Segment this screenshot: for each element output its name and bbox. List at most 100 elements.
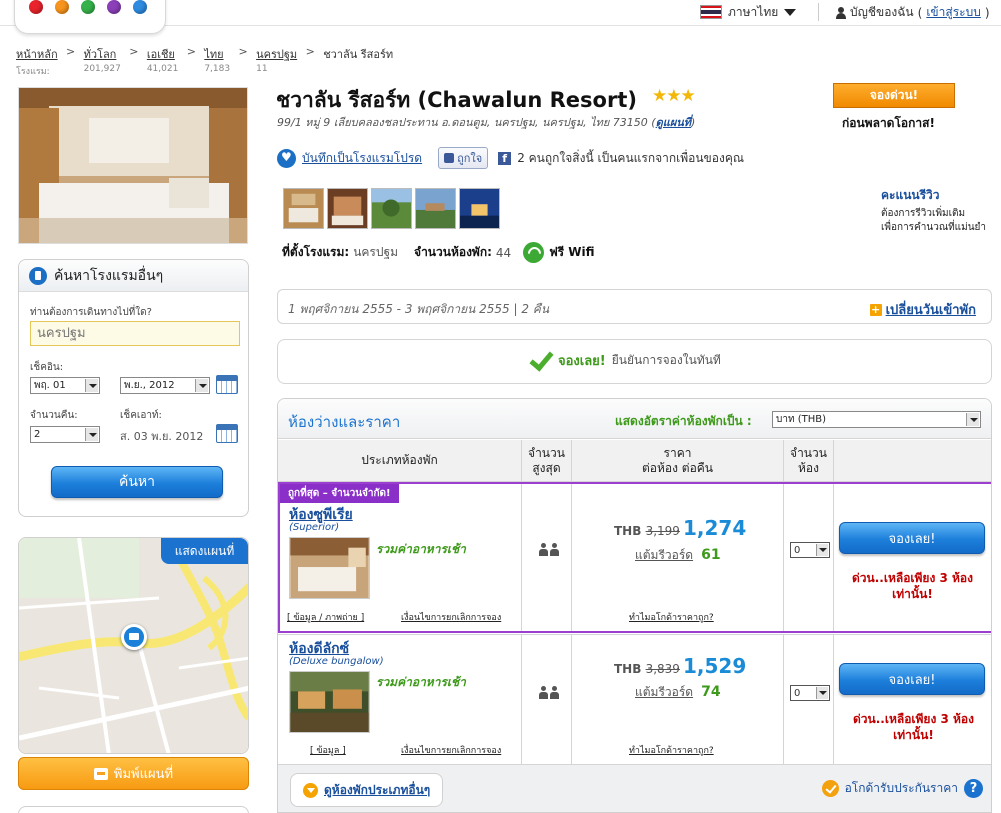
thumbnail-3[interactable] — [371, 188, 412, 229]
document-icon — [29, 266, 47, 285]
room-quantity-select[interactable]: 0 — [790, 542, 830, 558]
why-cheap-link[interactable]: ทำไมอโกด้าราคาถูก? — [629, 743, 714, 757]
stay-dates-bar: 1 พฤศจิกายน 2555 - 3 พฤศจิกายน 2555 | 2 … — [277, 289, 992, 324]
cancellation-policy-link[interactable]: เงื่อนไขการยกเลิกการจอง — [401, 610, 501, 624]
currency-select[interactable]: บาท (THB) — [772, 411, 981, 428]
checkmark-icon — [528, 348, 552, 372]
chevron-down-icon — [85, 428, 98, 441]
change-dates-button[interactable]: + เปลี่ยนวันเข้าพัก — [869, 299, 976, 320]
help-icon[interactable]: ? — [964, 779, 983, 798]
room-photo[interactable] — [289, 671, 370, 733]
original-price: THB 3,199 — [614, 524, 680, 538]
thumbnail-2[interactable] — [327, 188, 368, 229]
checkin-month-select[interactable]: พ.ย., 2012 — [120, 377, 210, 394]
hotel-location-pin-icon[interactable] — [121, 624, 147, 650]
reward-points: แต้มรีวอร์ด 74 — [635, 684, 721, 700]
expand-icon — [303, 782, 318, 798]
quantity-cell: 0 — [784, 635, 834, 764]
calendar-icon[interactable] — [216, 424, 238, 443]
language-label: ภาษาไทย — [728, 4, 779, 19]
next-panel — [18, 806, 249, 813]
checkin-day-select[interactable]: พฤ. 01 — [30, 377, 100, 394]
logo-dot-green — [81, 0, 95, 14]
other-room-types-button[interactable]: ดูห้องพักประเภทอื่นๆ — [290, 773, 444, 807]
breadcrumb-separator: > — [238, 45, 248, 58]
language-selector[interactable]: ภาษาไทย — [700, 3, 797, 21]
heart-icon[interactable] — [277, 148, 296, 168]
chevron-down-icon — [816, 687, 828, 699]
room-photo[interactable] — [289, 537, 370, 599]
calendar-icon[interactable] — [216, 375, 238, 394]
reward-points: แต้มรีวอร์ด 61 — [635, 547, 721, 563]
max-guests-cell — [522, 484, 572, 631]
show-map-button[interactable]: แสดงแผนที่ — [161, 538, 248, 564]
map-panel[interactable]: แสดงแผนที่ — [18, 537, 249, 754]
book-now-top-button[interactable]: จองด่วน! — [833, 83, 955, 108]
logo-dot-red — [29, 0, 43, 14]
breakfast-included: รวมค่าอาหารเช้า — [376, 542, 466, 556]
thumbnail-5[interactable] — [459, 188, 500, 229]
account-menu[interactable]: บัญชีของฉัน (เข้าสู่ระบบ) — [836, 3, 990, 22]
wifi-label: ฟรี Wifi — [549, 245, 595, 259]
printer-icon — [93, 767, 108, 780]
facebook-like-button[interactable]: ถูกใจ — [438, 147, 489, 169]
thumbnail-4[interactable] — [415, 188, 456, 229]
confirm-text: ยืนยันการจองในทันที — [611, 352, 721, 367]
chevron-down-icon — [816, 544, 828, 556]
logo-dot-orange — [55, 0, 69, 14]
room-info-link[interactable]: [ ข้อมูล ] — [310, 743, 346, 757]
hotel-info-row: ที่ตั้งโรงแรม: นครปฐม จำนวนห้องพัก: 44 ฟ… — [282, 242, 595, 263]
rooms-header: ห้องว่างและราคา แสดงอัตราค่าห้องพักเป็น … — [278, 399, 991, 439]
original-price: THB 3,839 — [614, 662, 680, 676]
max-guests-cell — [522, 635, 572, 764]
print-map-button[interactable]: พิมพ์แผนที่ — [18, 757, 249, 790]
view-map-link[interactable]: ดูแผนที่ — [656, 116, 691, 129]
price-guarantee[interactable]: อโกด้ารับประกันราคา ? — [821, 779, 983, 798]
thumbs-up-icon — [444, 153, 455, 163]
rooms-title: ห้องว่างและราคา — [288, 413, 401, 431]
search-panel-header: ค้นหาโรงแรมอื่นๆ — [19, 260, 248, 292]
col-price: ราคา ต่อห้อง ต่อคืน — [572, 440, 784, 482]
thai-flag-icon — [700, 5, 722, 19]
room-quantity-select[interactable]: 0 — [790, 685, 830, 701]
cancellation-policy-link[interactable]: เงื่อนไขการยกเลิกการจอง — [401, 743, 501, 757]
nights-label: จำนวนคืน: — [30, 410, 78, 421]
breadcrumb-item-asia[interactable]: เอเชีย 41,021 — [147, 45, 179, 78]
review-note-2: เพื่อการคำนวณที่แม่นยำ — [881, 222, 987, 233]
instant-confirm-bar: จองเลย! ยืนยันการจองในทันที — [277, 339, 992, 384]
why-cheap-link[interactable]: ทำไมอโกด้าราคาถูก? — [629, 610, 714, 624]
hotel-address: 99/1 หมู่ 9 เลียบคลองชลประทาน อ.ดอนตูม, … — [277, 116, 696, 129]
breadcrumb-item-world[interactable]: ทั่วโลก 201,927 — [84, 45, 121, 78]
like-count-text: 2 คนถูกใจสิ่งนี้ เป็นคนแรกจากเพื่อนของคุ… — [517, 150, 744, 165]
book-now-button[interactable]: จองเลย! — [839, 663, 985, 695]
search-panel: ค้นหาโรงแรมอื่นๆ ท่านต้องการเดินทางไปที่… — [18, 259, 249, 517]
room-row-deluxe: ห้องดีลักซ์ (Deluxe bungalow) รวมค่าอาหา… — [278, 634, 991, 764]
room-info-link[interactable]: [ ข้อมูล / ภาพถ่าย ] — [287, 610, 364, 624]
search-panel-title: ค้นหาโรงแรมอื่นๆ — [54, 267, 164, 284]
hotel-main-photo[interactable] — [18, 87, 248, 244]
nights-select[interactable]: 2 — [30, 426, 100, 443]
breadcrumb-item-nakhon-pathom[interactable]: นครปฐม 11 — [256, 45, 297, 78]
search-button[interactable]: ค้นหา — [51, 466, 223, 498]
logo[interactable] — [14, 0, 166, 34]
save-favorite-link[interactable]: บันทึกเป็นโรงแรมโปรด — [302, 149, 422, 168]
guarantee-badge-icon — [821, 780, 839, 797]
breadcrumb-item-thailand[interactable]: ไทย 7,183 — [204, 45, 230, 78]
breadcrumb-separator: > — [186, 45, 196, 58]
chevron-down-icon — [195, 379, 208, 392]
book-now-button[interactable]: จองเลย! — [839, 522, 985, 554]
location-label: ที่ตั้งโรงแรม: — [282, 245, 350, 259]
hotel-count-label: โรงแรม: — [16, 67, 50, 77]
two-people-icon — [539, 542, 561, 556]
breadcrumb-item-home[interactable]: หน้าหลัก โรงแรม: — [16, 45, 58, 78]
thumbnail-1[interactable] — [283, 188, 324, 229]
review-note-1: ต้องการรีวิวเพิ่มเติม — [881, 208, 966, 219]
breakfast-included: รวมค่าอาหารเช้า — [376, 675, 466, 689]
login-link[interactable]: เข้าสู่ระบบ — [926, 3, 981, 22]
price-cell: THB 3,199 1,274 แต้มรีวอร์ด 61 ทำไมอโกด้า… — [572, 484, 784, 631]
breadcrumb-current: ชวาลัน รีสอร์ท — [323, 48, 394, 61]
photo-thumbnails — [283, 188, 500, 229]
breadcrumb-separator: > — [129, 45, 139, 58]
destination-input[interactable] — [30, 321, 240, 346]
currency-label: แสดงอัตราค่าห้องพักเป็น : — [615, 414, 752, 428]
